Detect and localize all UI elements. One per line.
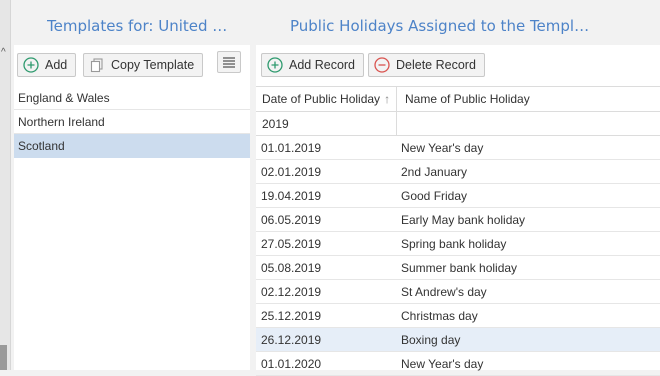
holiday-name: Boxing day <box>401 333 461 347</box>
copy-template-button[interactable]: Copy Template <box>83 53 204 77</box>
table-row[interactable]: 02.01.2019 2nd January <box>256 160 660 184</box>
holiday-date: 02.01.2019 <box>261 165 322 179</box>
plus-circle-icon <box>23 57 39 73</box>
holiday-name: Christmas day <box>401 309 478 323</box>
left-scrollbar[interactable]: ^ <box>0 0 11 370</box>
table-row[interactable]: 06.05.2019 Early May bank holiday <box>256 208 660 232</box>
scroll-up-icon[interactable]: ^ <box>1 48 6 58</box>
templates-title: Templates for: United King... <box>47 17 237 35</box>
delete-record-button[interactable]: Delete Record <box>368 53 485 77</box>
grid-header: Date of Public Holiday ↑ Name of Public … <box>256 86 660 112</box>
column-header-name[interactable]: Name of Public Holiday <box>397 87 660 111</box>
table-row[interactable]: 05.08.2019 Summer bank holiday <box>256 256 660 280</box>
add-record-button[interactable]: Add Record <box>261 53 365 77</box>
sort-ascending-icon[interactable]: ↑ <box>384 92 390 106</box>
holiday-date: 01.01.2020 <box>261 357 322 371</box>
table-row[interactable]: 25.12.2019 Christmas day <box>256 304 660 328</box>
holidays-panel: Add Record Delete Record Date of Public … <box>256 45 660 376</box>
group-row-2019[interactable]: 2019 <box>256 112 660 136</box>
table-row[interactable]: 27.05.2019 Spring bank holiday <box>256 232 660 256</box>
holiday-name: Early May bank holiday <box>401 213 526 227</box>
template-item-scotland[interactable]: Scotland <box>14 134 250 158</box>
group-label: 2019 <box>256 112 397 135</box>
holiday-name: Spring bank holiday <box>401 237 507 251</box>
holiday-date: 19.04.2019 <box>261 189 322 203</box>
table-row[interactable]: 01.01.2019 New Year's day <box>256 136 660 160</box>
holiday-date: 26.12.2019 <box>261 333 322 347</box>
add-template-button[interactable]: Add <box>17 53 77 77</box>
copy-icon <box>90 58 103 73</box>
table-row[interactable]: 01.01.2020 New Year's day <box>256 352 660 376</box>
column-header-date-label: Date of Public Holiday <box>262 92 381 106</box>
holiday-name: Good Friday <box>401 189 468 203</box>
table-row[interactable]: 19.04.2019 Good Friday <box>256 184 660 208</box>
holiday-date: 05.08.2019 <box>261 261 322 275</box>
template-item-england-wales[interactable]: England & Wales <box>14 86 250 110</box>
holiday-name: Summer bank holiday <box>401 261 518 275</box>
holiday-name: New Year's day <box>401 357 484 371</box>
holidays-grid: Date of Public Holiday ↑ Name of Public … <box>256 86 660 376</box>
holidays-title: Public Holidays Assigned to the Template <box>290 17 590 35</box>
templates-panel: Add Copy Template England & Wales Northe… <box>14 45 250 370</box>
minus-circle-icon <box>374 57 390 73</box>
holiday-date: 02.12.2019 <box>261 285 322 299</box>
holiday-name: New Year's day <box>401 141 484 155</box>
holiday-date: 01.01.2019 <box>261 141 322 155</box>
menu-button[interactable] <box>217 51 241 73</box>
table-row[interactable]: 26.12.2019 Boxing day <box>256 328 660 352</box>
holiday-date: 25.12.2019 <box>261 309 322 323</box>
delete-record-label: Delete Record <box>396 58 476 72</box>
column-header-date[interactable]: Date of Public Holiday ↑ <box>256 87 397 111</box>
copy-template-label: Copy Template <box>111 58 195 72</box>
template-list: England & Wales Northern Ireland Scotlan… <box>14 86 250 158</box>
add-template-label: Add <box>45 58 68 72</box>
template-item-northern-ireland[interactable]: Northern Ireland <box>14 110 250 134</box>
table-row[interactable]: 02.12.2019 St Andrew's day <box>256 280 660 304</box>
add-record-label: Add Record <box>289 58 356 72</box>
holiday-date: 27.05.2019 <box>261 237 322 251</box>
holiday-name: 2nd January <box>401 165 468 179</box>
holiday-name: St Andrew's day <box>401 285 487 299</box>
hamburger-menu-icon <box>223 57 235 68</box>
holiday-date: 06.05.2019 <box>261 213 322 227</box>
plus-circle-icon <box>267 57 283 73</box>
scrollbar-thumb[interactable] <box>0 345 7 370</box>
group-row-empty <box>397 112 660 135</box>
